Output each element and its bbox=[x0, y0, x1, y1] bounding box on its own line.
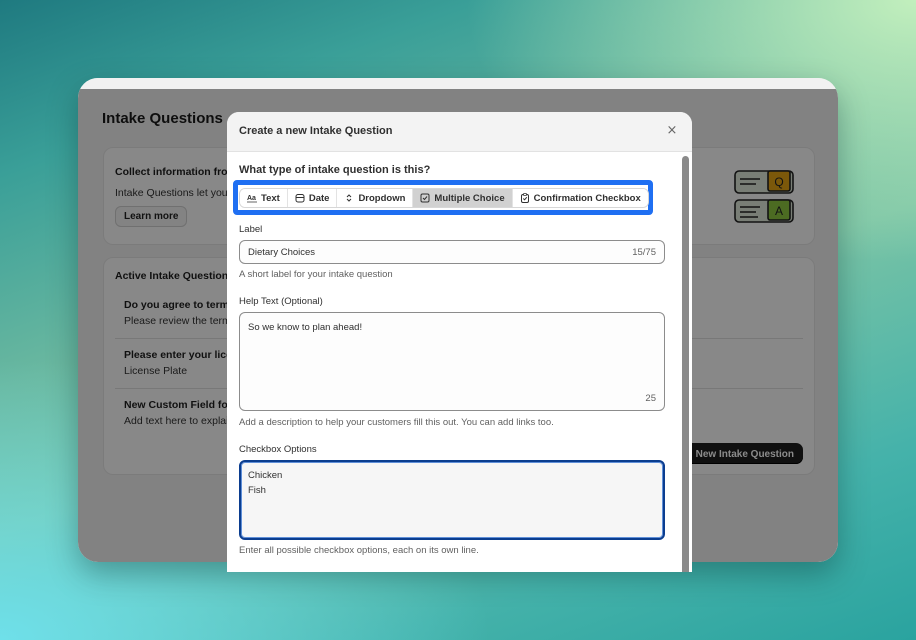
question-type-highlight: Aa Text Date Dropdown Multiple Choice Co… bbox=[233, 180, 653, 215]
svg-text:Aa: Aa bbox=[247, 195, 256, 202]
modal-title: Create a new Intake Question bbox=[239, 125, 393, 137]
help-text-help: Add a description to help your customers… bbox=[239, 417, 554, 428]
calendar-icon bbox=[295, 194, 305, 203]
modal-body: What type of intake question is this? Aa… bbox=[233, 152, 665, 572]
create-intake-question-modal: Create a new Intake Question × What type… bbox=[227, 112, 692, 572]
question-type-prompt: What type of intake question is this? bbox=[239, 164, 431, 176]
type-option-label: Date bbox=[308, 192, 330, 204]
type-option-confirmation-checkbox[interactable]: Confirmation Checkbox bbox=[512, 189, 648, 207]
modal-header: Create a new Intake Question × bbox=[227, 112, 692, 152]
type-option-label: Text bbox=[261, 192, 280, 204]
question-type-selector: Aa Text Date Dropdown Multiple Choice Co… bbox=[239, 188, 649, 208]
checkbox-icon bbox=[420, 193, 430, 203]
type-option-text[interactable]: Aa Text bbox=[240, 189, 288, 207]
select-chevrons-icon bbox=[347, 194, 352, 202]
type-option-multiple-choice[interactable]: Multiple Choice bbox=[413, 189, 513, 207]
modal-scrollbar[interactable] bbox=[682, 156, 689, 572]
label-help-text: A short label for your intake question bbox=[239, 269, 393, 280]
label-field-label: Label bbox=[239, 224, 263, 235]
clipboard-check-icon bbox=[520, 193, 529, 203]
help-text-textarea[interactable]: So we know to plan ahead! 25 bbox=[239, 312, 665, 411]
checkbox-options-field-label: Checkbox Options bbox=[239, 444, 317, 455]
help-text-value: So we know to plan ahead! bbox=[248, 322, 363, 333]
window-top-bar bbox=[78, 78, 838, 89]
type-option-label: Multiple Choice bbox=[434, 192, 505, 204]
checkbox-options-value: Chicken Fish bbox=[248, 470, 283, 496]
help-text-field-label: Help Text (Optional) bbox=[239, 296, 323, 307]
type-option-label: Dropdown bbox=[358, 192, 406, 204]
label-input[interactable]: Dietary Choices 15/75 bbox=[239, 240, 665, 264]
type-option-date[interactable]: Date bbox=[287, 189, 338, 207]
text-format-icon: Aa bbox=[247, 195, 257, 203]
close-icon[interactable]: × bbox=[664, 123, 680, 139]
checkbox-options-textarea[interactable]: Chicken Fish bbox=[239, 460, 665, 540]
type-option-label: Confirmation Checkbox bbox=[533, 192, 641, 204]
type-option-dropdown[interactable]: Dropdown bbox=[337, 189, 414, 207]
help-text-character-counter: 25 bbox=[645, 393, 656, 404]
label-character-counter: 15/75 bbox=[632, 247, 656, 258]
checkbox-options-help: Enter all possible checkbox options, eac… bbox=[239, 545, 479, 556]
label-input-value: Dietary Choices bbox=[248, 247, 316, 258]
